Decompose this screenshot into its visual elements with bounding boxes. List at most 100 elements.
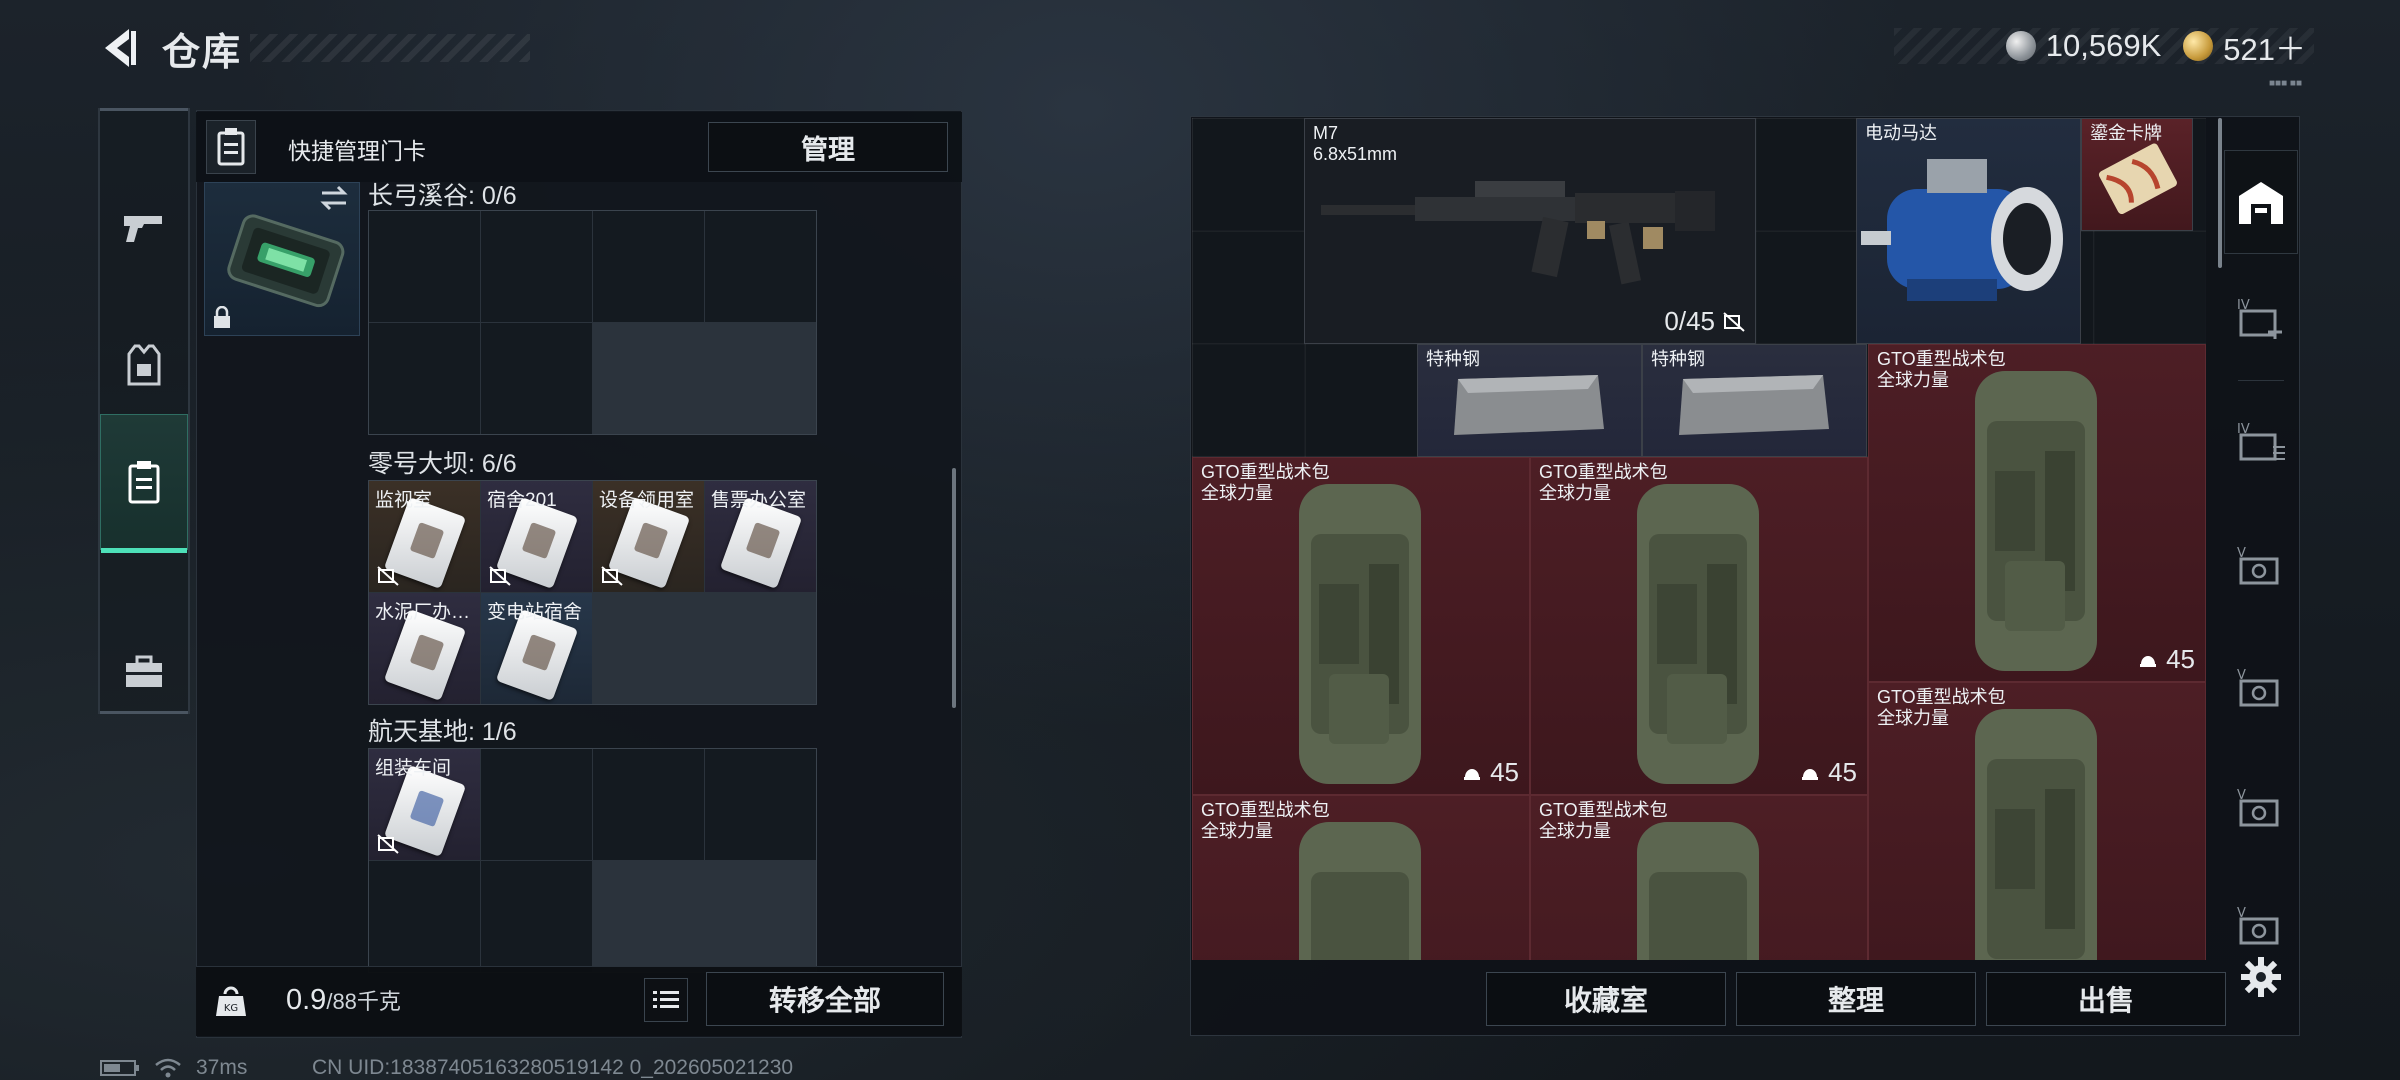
pistol-icon: [124, 216, 162, 242]
tab-stash-iv[interactable]: IV: [2224, 390, 2298, 494]
page-title: 仓库: [162, 31, 243, 74]
keycard-panel-scrollbar[interactable]: [952, 468, 956, 708]
grid-filler: [705, 861, 816, 972]
helmet-icon: [1802, 768, 1819, 780]
stash-v-icon: V: [2237, 546, 2279, 585]
gear-icon: [2241, 957, 2281, 997]
keycard-name: 宿舍201: [487, 490, 557, 511]
settings-button[interactable]: [2236, 952, 2286, 1002]
durability-count: 45: [2138, 644, 2195, 675]
group-label-spacebase: 航天基地: 1/6: [368, 718, 517, 746]
tab-stash-v-3[interactable]: V: [2224, 756, 2298, 860]
chevron-left-icon: [105, 29, 136, 67]
empty-slot[interactable]: [369, 861, 480, 972]
stash-item-gold-card[interactable]: 鎏金卡牌: [2081, 118, 2193, 231]
grid-filler: [593, 593, 704, 704]
keycard-name: 售票办公室: [711, 490, 807, 511]
stash-item-backpack[interactable]: GTO重型战术包 全球力量 45: [1192, 457, 1530, 795]
weight-unit: /88千克: [326, 989, 401, 1014]
backpack-image: [1975, 709, 2097, 960]
keycard-name: 水泥厂办…: [375, 602, 471, 623]
weight-value: 0.9: [286, 984, 327, 1016]
list-view-button[interactable]: [644, 978, 688, 1022]
stash-v-icon: V: [2237, 668, 2279, 707]
stash-scrollbar[interactable]: [2218, 118, 2222, 268]
gold-value: 521＋: [2223, 31, 2306, 67]
keycard-item[interactable]: 设备领用室: [593, 481, 704, 592]
keycard-item[interactable]: 水泥厂办…: [369, 593, 480, 704]
tab-stash-iv-add[interactable]: IV: [2224, 266, 2298, 370]
transfer-all-button[interactable]: 转移全部: [706, 972, 944, 1026]
no-insure-icon: [377, 834, 399, 854]
keycard-grid-dam: 监视室 宿舍201 设备领用室 售票办公室 水泥厂办… 变电站宿舍: [368, 480, 817, 705]
backpack-image: [1299, 484, 1421, 784]
stash-item-backpack[interactable]: GTO重型战术包 全球力量: [1530, 795, 1868, 960]
empty-slot[interactable]: [481, 749, 592, 860]
no-insure-icon: [489, 566, 511, 586]
keycard-item[interactable]: 售票办公室: [705, 481, 816, 592]
grid-filler: [705, 593, 816, 704]
keycard-grid-spacebase: 组装车间: [368, 748, 817, 973]
sort-button[interactable]: 整理: [1736, 972, 1976, 1026]
durability-count: 45: [1800, 757, 1857, 788]
tab-stash-main[interactable]: [2224, 150, 2298, 254]
collection-room-button[interactable]: 收藏室: [1486, 972, 1726, 1026]
stash-item-backpack[interactable]: GTO重型战术包 全球力量: [1192, 795, 1530, 960]
empty-slot[interactable]: [481, 861, 592, 972]
stash-item-steel[interactable]: 特种钢: [1642, 344, 1867, 457]
keycard-item[interactable]: 监视室: [369, 481, 480, 592]
stash-item-backpack[interactable]: GTO重型战术包 全球力量 45: [1868, 344, 2206, 682]
durability-count: 45: [1462, 757, 1519, 788]
manage-button[interactable]: 管理: [708, 122, 948, 172]
stash-v-icon: V: [2237, 906, 2279, 945]
ping-text: 37ms: [196, 1056, 248, 1079]
title-stripe: [250, 34, 530, 62]
tab-stash-v-1[interactable]: V: [2224, 514, 2298, 618]
stash-iv-add-icon: IV: [2237, 298, 2282, 339]
empty-slot[interactable]: [481, 211, 592, 322]
silver-currency[interactable]: 10,569K: [2005, 28, 2162, 64]
back-button[interactable]: [96, 20, 142, 76]
tab-keycards[interactable]: [100, 414, 188, 553]
tab-weapons[interactable]: [100, 160, 188, 296]
currency-sub-text: ■■■ ■■: [2269, 78, 2302, 89]
keycard-item[interactable]: 组装车间: [369, 749, 480, 860]
swap-icon[interactable]: [318, 184, 350, 219]
empty-slot[interactable]: [593, 749, 704, 860]
silver-value: 10,569K: [2045, 28, 2162, 63]
no-insure-icon: [601, 566, 623, 586]
sell-button[interactable]: 出售: [1986, 972, 2226, 1026]
empty-slot[interactable]: [481, 323, 592, 434]
vest-icon: [127, 344, 161, 386]
helmet-icon: [1464, 768, 1481, 780]
grid-filler: [593, 861, 704, 972]
backpack-image: [1975, 371, 2097, 671]
gold-card-image: [2098, 143, 2177, 215]
stash-tab-bar: IV IV V V V V: [2224, 150, 2298, 945]
stash-item-motor[interactable]: 电动马达: [1856, 118, 2081, 344]
steel-image: [1679, 375, 1829, 435]
empty-slot[interactable]: [705, 211, 816, 322]
empty-slot[interactable]: [369, 211, 480, 322]
tab-stash-v-2[interactable]: V: [2224, 636, 2298, 740]
left-tab-bar: [98, 108, 190, 714]
stash-item-steel[interactable]: 特种钢: [1417, 344, 1642, 457]
stash-item-m7[interactable]: M7 6.8x51mm 0/45: [1304, 118, 1756, 344]
battery-icon: [100, 1060, 139, 1076]
gold-currency[interactable]: 521＋: [2183, 24, 2306, 69]
stash-item-backpack[interactable]: GTO重型战术包 全球力量: [1868, 682, 2206, 960]
quick-keycard-label: 快捷管理门卡: [288, 138, 426, 164]
empty-slot[interactable]: [369, 323, 480, 434]
empty-slot[interactable]: [705, 749, 816, 860]
keycard-item[interactable]: 变电站宿舍: [481, 593, 592, 704]
tab-supplies[interactable]: [100, 604, 188, 740]
keycard-name: 设备领用室: [599, 490, 695, 511]
empty-slot[interactable]: [593, 211, 704, 322]
wifi-icon: [155, 1058, 181, 1078]
stash-item-backpack[interactable]: GTO重型战术包 全球力量 45: [1530, 457, 1868, 795]
backpack-image: [1637, 822, 1759, 960]
keycard-holder-icon: [217, 128, 245, 166]
keycard-item[interactable]: 宿舍201: [481, 481, 592, 592]
helmet-icon: [2140, 655, 2157, 667]
no-insure-icon: [377, 566, 399, 586]
